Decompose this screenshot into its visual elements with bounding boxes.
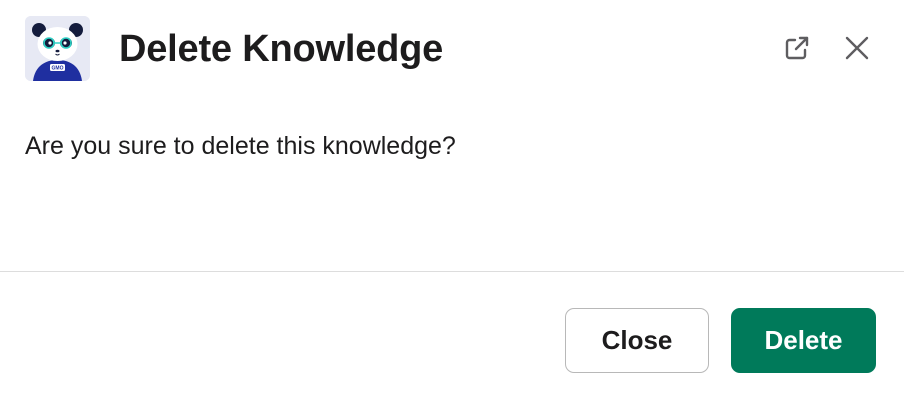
delete-button[interactable]: Delete [731, 308, 876, 373]
modal-title: Delete Knowledge [119, 28, 444, 70]
close-modal-button[interactable] [839, 30, 875, 66]
avatar-badge-text: GMO [52, 66, 64, 72]
delete-knowledge-modal: GMO Delete Knowledge Are you sure to del… [0, 0, 904, 396]
app-avatar: GMO [25, 16, 90, 81]
modal-header: GMO Delete Knowledge [0, 0, 904, 100]
close-icon [845, 36, 869, 60]
external-link-icon [785, 36, 809, 60]
close-button[interactable]: Close [565, 308, 709, 373]
open-in-new-window-button[interactable] [779, 30, 815, 66]
confirmation-message: Are you sure to delete this knowledge? [25, 132, 456, 160]
panda-mascot-icon: GMO [25, 16, 90, 81]
footer-divider [0, 271, 904, 272]
